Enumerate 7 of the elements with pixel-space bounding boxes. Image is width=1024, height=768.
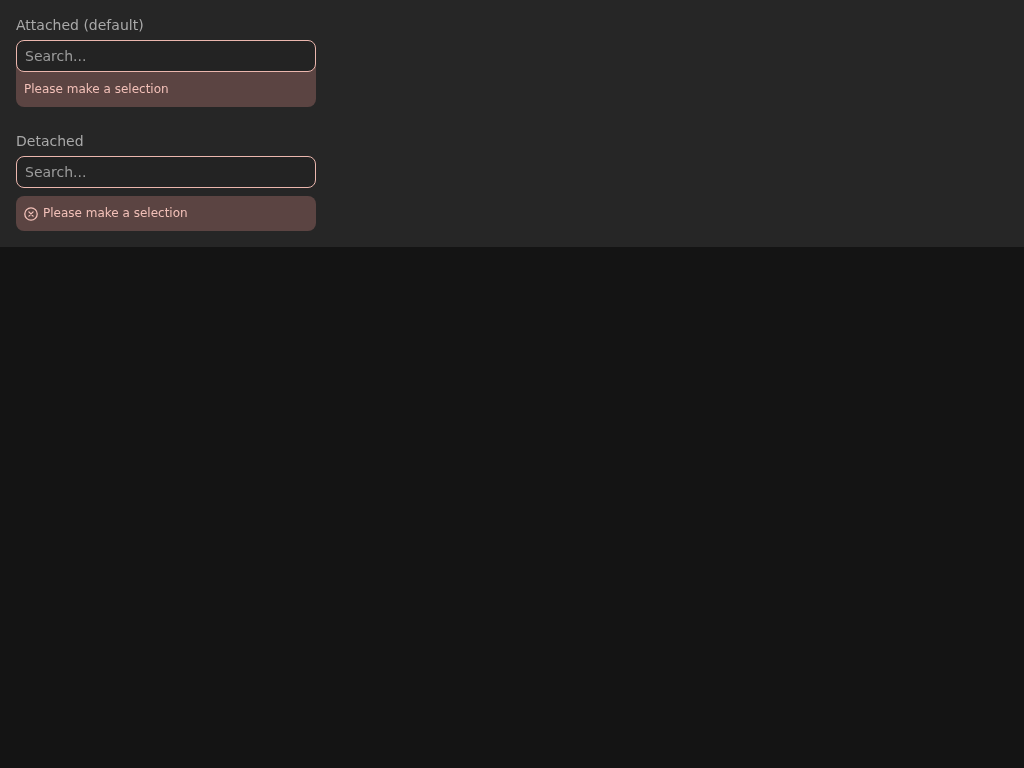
search-field[interactable]: Search...: [16, 40, 316, 72]
field-label: Attached (default): [16, 16, 144, 34]
error-text: Please make a selection: [43, 206, 188, 221]
search-field[interactable]: Search...: [16, 156, 316, 188]
error-circle-x-icon: [24, 206, 38, 221]
field-label: Detached: [16, 132, 84, 150]
error-text: Please make a selection: [24, 82, 169, 97]
